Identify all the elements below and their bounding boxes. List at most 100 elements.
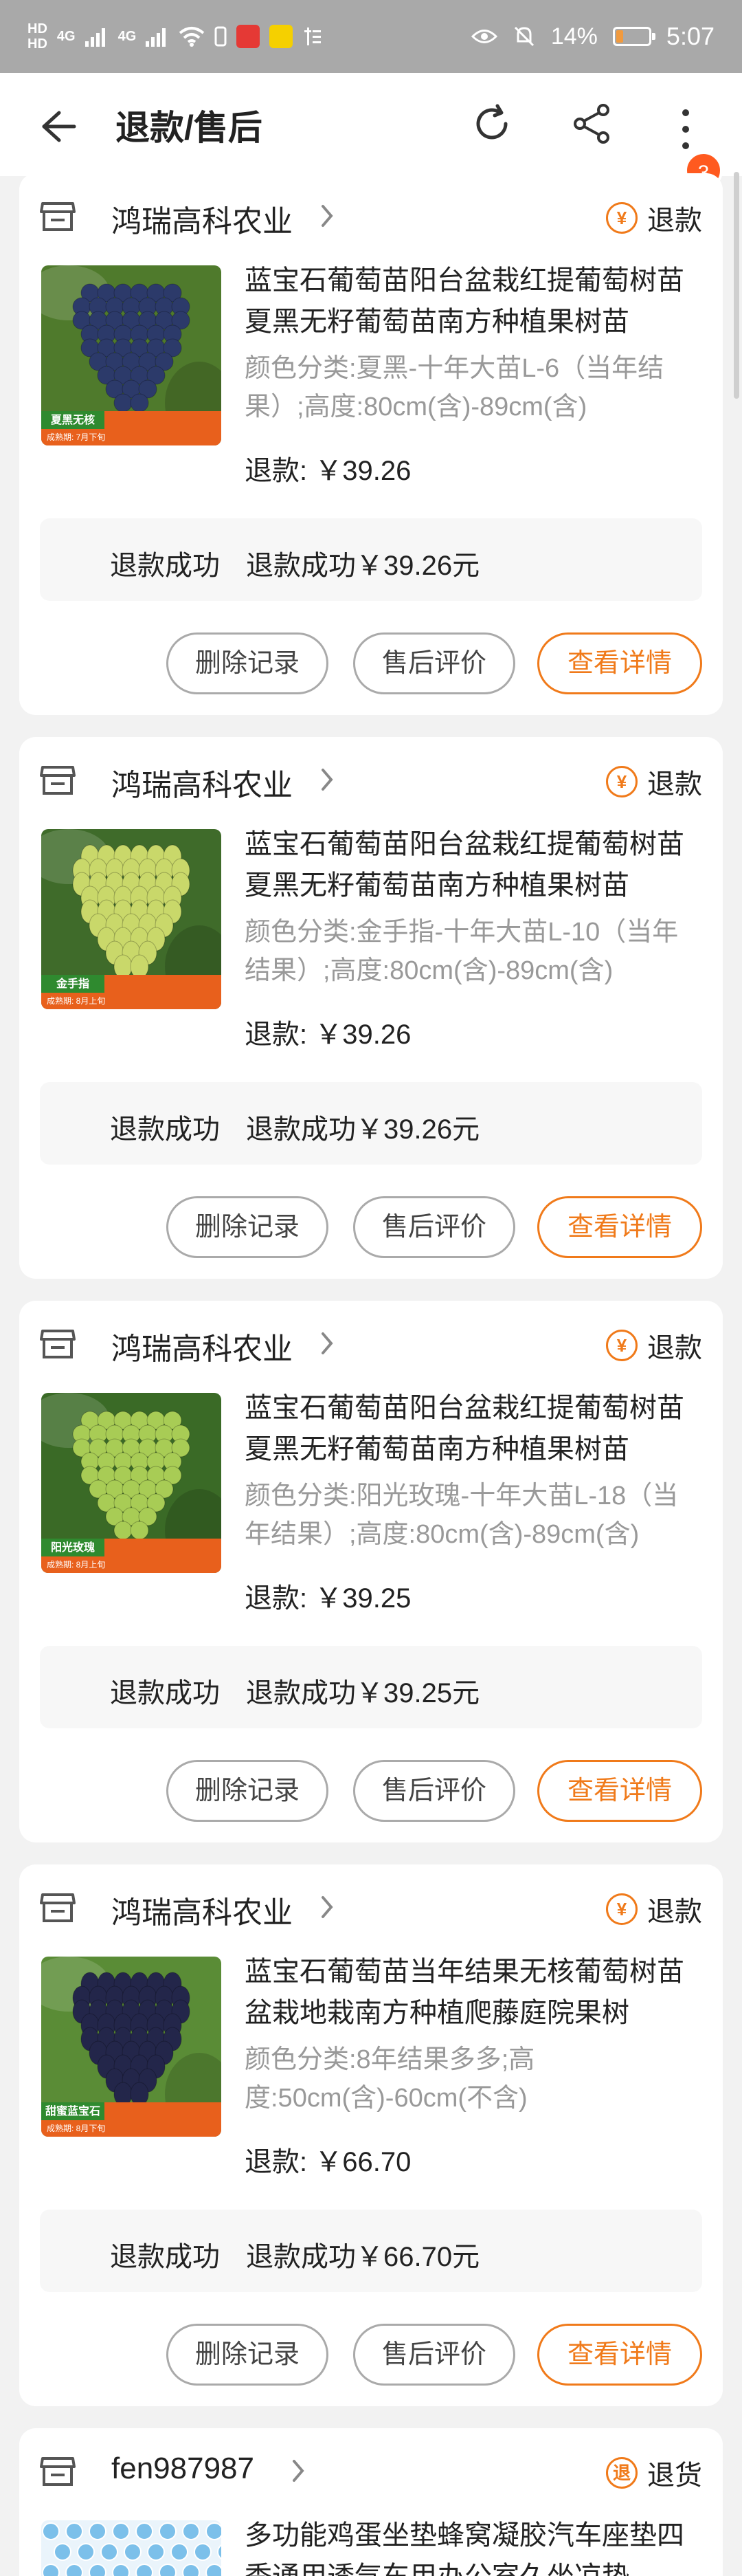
page-title: 退款/售后: [115, 109, 262, 147]
shop-name[interactable]: fen987987: [111, 2452, 254, 2486]
view-details-button[interactable]: 查看详情: [537, 2324, 702, 2386]
store-icon: [40, 2457, 76, 2486]
refund-status-text: 退款: [647, 1897, 702, 1927]
wifi-icon: [179, 27, 205, 47]
refund-status-text: 退款: [647, 1333, 702, 1363]
product-spec: 颜色分类:夏黑-十年大苗L-6（当年结果）;高度:80cm(含)-89cm(含): [245, 354, 664, 421]
refund-status-text: 退款: [647, 769, 702, 800]
chevron-right-icon: [322, 205, 333, 227]
order-card: 鸿瑞高科农业 ¥ 退款 夏黑无核 成熟期: 7月下旬 蓝宝石葡萄苗阳台盆栽红提葡…: [19, 173, 723, 715]
view-details-button[interactable]: 查看详情: [537, 1196, 702, 1258]
refund-result[interactable]: 退款成功 退款成功￥39.26元: [40, 1082, 702, 1165]
shop-header[interactable]: fen987987 退 退货: [40, 2449, 702, 2491]
shop-name[interactable]: 鸿瑞高科农业: [111, 760, 293, 804]
chevron-right-icon: [293, 2460, 304, 2482]
scrollbar[interactable]: [734, 172, 739, 399]
refresh-icon[interactable]: [470, 102, 514, 146]
product-title[interactable]: 蓝宝石葡萄苗当年结果无核葡萄树苗盆栽地栽南方种植爬藤庭院果树: [245, 1951, 705, 2034]
result-label: 退款成功: [110, 551, 220, 581]
refund-status-icon: 退: [606, 2457, 638, 2489]
refund-amount: 退款: ￥39.26: [245, 1020, 412, 1050]
shop-header[interactable]: 鸿瑞高科农业 ¥ 退款: [40, 194, 702, 239]
result-label: 退款成功: [110, 2242, 220, 2272]
battery-icon: [612, 27, 655, 46]
shop-header[interactable]: 鸿瑞高科农业 ¥ 退款: [40, 758, 702, 802]
product-title[interactable]: 蓝宝石葡萄苗阳台盆栽红提葡萄树苗夏黑无籽葡萄苗南方种植果树苗: [245, 260, 705, 342]
view-details-button[interactable]: 查看详情: [537, 1760, 702, 1822]
signal-icon-2: [146, 28, 166, 47]
delete-record-button[interactable]: 删除记录: [166, 2324, 328, 2386]
signal-label-2: 4G: [117, 29, 137, 44]
product-spec: 颜色分类:8年结果多多;高度:50cm(含)-60cm(不含): [245, 2045, 535, 2113]
refund-status: ¥ 退款: [606, 1325, 702, 1365]
after-sale-review-button[interactable]: 售后评价: [353, 1196, 515, 1258]
order-card: 鸿瑞高科农业 ¥ 退款 金手指 成熟期: 8月上旬 蓝宝石葡萄苗阳台盆栽红提葡萄…: [19, 737, 723, 1279]
signal-label-1: 4G: [56, 29, 76, 44]
svg-text:成熟期: 8月上旬: 成熟期: 8月上旬: [47, 995, 105, 1006]
product-spec: 颜色分类:阳光玫瑰-十年大苗L-18（当年结果）;高度:80cm(含)-89cm…: [245, 1482, 679, 1549]
shop-name[interactable]: 鸿瑞高科农业: [111, 1888, 293, 1932]
shop-header[interactable]: 鸿瑞高科农业 ¥ 退款: [40, 1885, 702, 1930]
more-vertical-icon[interactable]: [677, 107, 694, 151]
result-label: 退款成功: [110, 1678, 220, 1708]
taobao-icon: [304, 27, 322, 45]
product-title[interactable]: 多功能鸡蛋坐垫蜂窝凝胶汽车座垫四季通用透气车用办公室久坐凉垫: [245, 2515, 705, 2576]
delete-record-button[interactable]: 删除记录: [166, 632, 328, 694]
view-details-button[interactable]: 查看详情: [537, 632, 702, 694]
chevron-right-icon: [322, 1332, 333, 1354]
shop-name[interactable]: 鸿瑞高科农业: [111, 1324, 293, 1368]
order-card: 鸿瑞高科农业 ¥ 退款 阳光玫瑰 成熟期: 8月上旬 蓝宝石葡萄苗阳台盆栽红提葡…: [19, 1301, 723, 1842]
after-sale-review-button[interactable]: 售后评价: [353, 1760, 515, 1822]
product-image[interactable]: 金手指 成熟期: 8月上旬: [41, 829, 221, 1009]
store-icon: [40, 1893, 76, 1922]
hd-label-1: HD: [27, 21, 47, 36]
hd-indicator: HD HD: [27, 21, 47, 52]
product-image-art: 阳光玫瑰 成熟期: 8月上旬: [41, 1393, 221, 1573]
app-icon-yellow: [269, 25, 293, 48]
svg-text:阳光玫瑰: 阳光玫瑰: [51, 1541, 95, 1554]
refund-amount: 退款: ￥39.25: [245, 1583, 412, 1614]
result-value: 退款成功￥39.25元: [246, 1678, 480, 1708]
share-icon[interactable]: [570, 102, 614, 146]
after-sale-review-button[interactable]: 售后评价: [353, 632, 515, 694]
signal-icon: [85, 28, 105, 47]
refund-result[interactable]: 退款成功 退款成功￥39.26元: [40, 518, 702, 601]
product-image-art: [41, 2520, 221, 2576]
refund-status-icon: ¥: [606, 766, 638, 797]
product-image[interactable]: 阳光玫瑰 成熟期: 8月上旬: [41, 1393, 221, 1573]
order-card: fen987987 退 退货 多功能鸡蛋坐垫蜂窝凝胶汽车座垫四季通用透气车用办公…: [19, 2428, 723, 2576]
delete-record-button[interactable]: 删除记录: [166, 1196, 328, 1258]
back-arrow-icon[interactable]: [38, 107, 77, 146]
result-value: 退款成功￥66.70元: [246, 2242, 480, 2272]
chevron-right-icon: [322, 1896, 333, 1918]
status-left: HD HD 4G 4G: [27, 21, 323, 52]
product-title[interactable]: 蓝宝石葡萄苗阳台盆栽红提葡萄树苗夏黑无籽葡萄苗南方种植果树苗: [245, 1387, 705, 1470]
result-value: 退款成功￥39.26元: [246, 1114, 480, 1145]
refund-result[interactable]: 退款成功 退款成功￥39.25元: [40, 1646, 702, 1728]
product-spec: 颜色分类:金手指-十年大苗L-10（当年结果）;高度:80cm(含)-89cm(…: [245, 918, 679, 985]
refund-status: ¥ 退款: [606, 1889, 702, 1929]
order-card: 鸿瑞高科农业 ¥ 退款 甜蜜蓝宝石 成熟期: 8月下旬 蓝宝石葡萄苗当年结果无核…: [19, 1864, 723, 2406]
product-image[interactable]: 甜蜜蓝宝石 成熟期: 8月下旬: [41, 1957, 221, 2137]
shop-header[interactable]: 鸿瑞高科农业 ¥ 退款: [40, 1321, 702, 1366]
result-label: 退款成功: [110, 1114, 220, 1145]
refund-status: ¥ 退款: [606, 198, 702, 238]
svg-text:金手指: 金手指: [56, 977, 89, 990]
product-image[interactable]: [41, 2520, 221, 2576]
after-sale-review-button[interactable]: 售后评价: [353, 2324, 515, 2386]
shop-name[interactable]: 鸿瑞高科农业: [111, 197, 293, 241]
app-icon-red: [236, 25, 260, 48]
product-image-art: 夏黑无核 成熟期: 7月下旬: [41, 265, 221, 445]
hd-label-2: HD: [27, 36, 47, 52]
svg-text:成熟期: 8月下旬: 成熟期: 8月下旬: [47, 2123, 105, 2133]
product-image-art: 金手指 成熟期: 8月上旬: [41, 829, 221, 1009]
eye-icon: [471, 30, 497, 43]
store-icon: [40, 202, 76, 231]
nav-bar: 退款/售后 3: [0, 73, 742, 190]
delete-record-button[interactable]: 删除记录: [166, 1760, 328, 1822]
svg-text:成熟期: 8月上旬: 成熟期: 8月上旬: [47, 1559, 105, 1570]
refund-result[interactable]: 退款成功 退款成功￥66.70元: [40, 2210, 702, 2292]
phone-icon: [214, 26, 227, 47]
product-image[interactable]: 夏黑无核 成熟期: 7月下旬: [41, 265, 221, 445]
product-title[interactable]: 蓝宝石葡萄苗阳台盆栽红提葡萄树苗夏黑无籽葡萄苗南方种植果树苗: [245, 824, 705, 906]
